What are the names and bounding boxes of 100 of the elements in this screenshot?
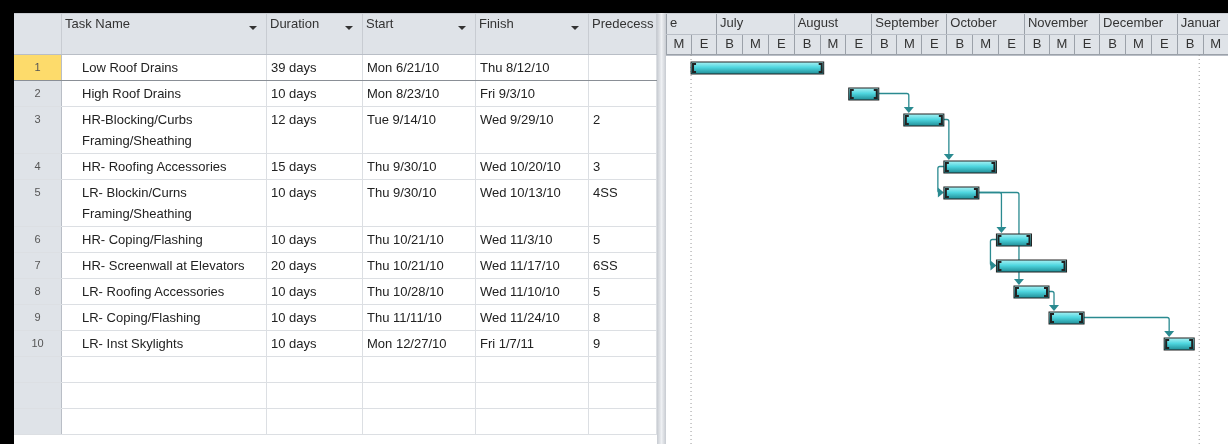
task-bar[interactable] [943, 186, 980, 200]
task-bar[interactable] [1048, 311, 1085, 325]
timescale-label: M [1049, 35, 1075, 55]
dependency-arrow [878, 92, 914, 113]
row-number[interactable]: 7 [14, 253, 62, 278]
timescale-label: M [896, 35, 922, 55]
duration-cell: 15 days [267, 154, 363, 179]
timescale-label: E [1150, 35, 1177, 55]
task-name-cell: HR-Blocking/Curbs Framing/Sheathing [62, 107, 267, 153]
task-bar[interactable] [995, 233, 1032, 247]
task-name-cell: High Roof Drains [62, 81, 267, 106]
column-header[interactable]: Finish [476, 14, 589, 54]
duration-cell: 10 days [267, 81, 363, 106]
row-number[interactable]: 9 [14, 305, 62, 330]
dropdown-icon[interactable] [458, 26, 466, 30]
task-name-cell: LR- Coping/Flashing [62, 305, 267, 330]
timescale-label: B [1176, 35, 1203, 55]
column-header[interactable]: Task Name [62, 14, 267, 54]
row-number[interactable]: 8 [14, 279, 62, 304]
task-name-cell: LR- Inst Skylights [62, 331, 267, 356]
duration-cell: 10 days [267, 180, 363, 226]
timescale-label: B [793, 35, 820, 55]
start-cell: Thu 9/30/10 [363, 154, 476, 179]
timescale-label: M [1124, 35, 1151, 55]
month-label: September [875, 15, 939, 30]
column-header[interactable]: Start [363, 14, 476, 54]
finish-cell: Wed 11/24/10 [476, 305, 589, 330]
task-name-cell: LR- Blockin/Curns Framing/Sheathing [62, 180, 267, 226]
duration-cell: 10 days [267, 305, 363, 330]
month-label: December [1103, 15, 1164, 30]
row-number[interactable]: 3 [14, 107, 62, 153]
row-number[interactable]: 6 [14, 227, 62, 252]
month-label: Januar [1180, 15, 1221, 30]
row-number[interactable]: 5 [14, 180, 62, 226]
start-cell: Mon 12/27/10 [363, 331, 476, 356]
start-cell: Thu 9/30/10 [363, 180, 476, 226]
dependency-arrow [937, 165, 945, 198]
start-cell: Mon 6/21/10 [363, 55, 476, 80]
timescale-label: B [1099, 35, 1125, 55]
finish-cell: Wed 9/29/10 [476, 107, 589, 153]
row-number[interactable]: 4 [14, 154, 62, 179]
task-bar[interactable] [943, 160, 997, 174]
duration-cell: 10 days [267, 227, 363, 252]
start-cell: Mon 8/23/10 [363, 81, 476, 106]
finish-cell: Thu 8/12/10 [476, 55, 589, 80]
finish-cell: Wed 10/13/10 [476, 180, 589, 226]
timescale-label: E [767, 35, 794, 55]
row-number[interactable]: 10 [14, 331, 62, 356]
timescale-label: E [1074, 35, 1100, 55]
dropdown-icon[interactable] [345, 26, 353, 30]
timescale-label: M [1202, 35, 1228, 55]
timescale-label: M [819, 35, 846, 55]
task-bar[interactable] [1163, 337, 1195, 351]
finish-cell: Wed 10/20/10 [476, 154, 589, 179]
task-name-cell: Low Roof Drains [62, 55, 267, 80]
task-bar[interactable] [995, 259, 1068, 273]
timescale-label: M [741, 35, 768, 55]
task-name-cell: HR- Screenwall at Elevators [62, 253, 267, 278]
timescale-label: M [972, 35, 999, 55]
duration-cell: 39 days [267, 55, 363, 80]
timescale-label: M [666, 35, 692, 55]
task-bar[interactable] [690, 61, 825, 75]
task-name-cell: HR- Roofing Accessories [62, 154, 267, 179]
timescale-label: E [998, 35, 1024, 55]
month-label: October [950, 15, 997, 30]
row-number[interactable]: 1 [14, 55, 62, 80]
month-label: November [1027, 15, 1088, 30]
finish-cell: Wed 11/17/10 [476, 253, 589, 278]
duration-cell: 10 days [267, 331, 363, 356]
month-label: August [797, 15, 839, 30]
duration-cell: 12 days [267, 107, 363, 153]
start-cell: Thu 10/28/10 [363, 279, 476, 304]
dropdown-icon[interactable] [571, 26, 579, 30]
timescale-label: E [691, 35, 717, 55]
dropdown-icon[interactable] [249, 26, 257, 30]
start-cell: Thu 10/21/10 [363, 253, 476, 278]
timescale-label: B [946, 35, 973, 55]
duration-cell: 10 days [267, 279, 363, 304]
timescale-label: B [716, 35, 742, 55]
timescale-label: E [845, 35, 872, 55]
task-bar[interactable] [1013, 285, 1050, 299]
finish-cell: Fri 1/7/11 [476, 331, 589, 356]
task-bar[interactable] [903, 113, 945, 127]
dependency-arrow [1048, 290, 1059, 311]
finish-cell: Wed 11/3/10 [476, 227, 589, 252]
start-cell: Thu 10/21/10 [363, 227, 476, 252]
duration-cell: 20 days [267, 253, 363, 278]
month-label: July [720, 15, 744, 30]
month-label: e [670, 15, 678, 30]
start-cell: Tue 9/14/10 [363, 107, 476, 153]
task-bar[interactable] [848, 87, 880, 101]
column-header[interactable]: Duration [267, 14, 363, 54]
timescale-label: B [871, 35, 897, 55]
finish-cell: Fri 9/3/10 [476, 81, 589, 106]
timescale-label: E [921, 35, 947, 55]
dependency-arrow [943, 118, 954, 160]
task-name-cell: LR- Roofing Accessories [62, 279, 267, 304]
row-number[interactable]: 2 [14, 81, 62, 106]
timescale-label: B [1023, 35, 1049, 55]
finish-cell: Wed 11/10/10 [476, 279, 589, 304]
